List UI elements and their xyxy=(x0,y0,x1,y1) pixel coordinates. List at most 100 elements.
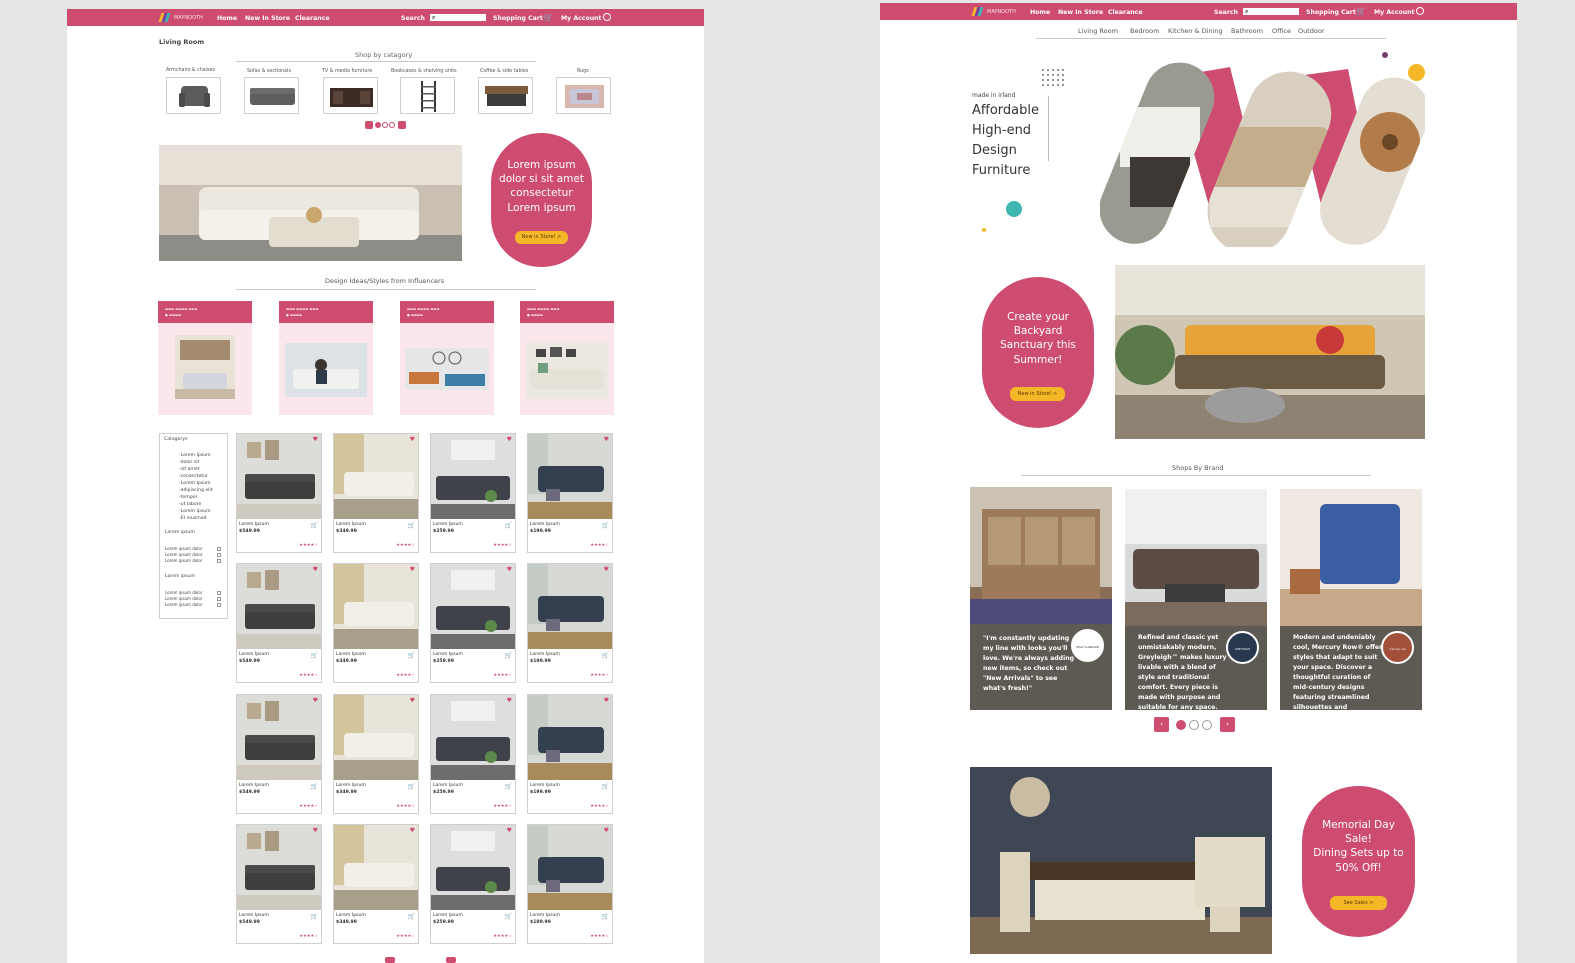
heart-icon[interactable]: ♥ xyxy=(604,827,609,834)
category-sofas-thumb[interactable] xyxy=(244,77,299,114)
cart-icon[interactable]: 🛒 xyxy=(602,652,609,659)
product-image[interactable] xyxy=(334,825,418,910)
product-name[interactable]: Lorem Ipsum xyxy=(239,783,269,788)
product-name[interactable]: Lorem Ipsum xyxy=(336,783,366,788)
breadcrumb[interactable]: Living Room xyxy=(159,38,204,46)
product-name[interactable]: Lorem Ipsum xyxy=(433,522,463,527)
category-tv-thumb[interactable] xyxy=(323,77,378,114)
cart-icon[interactable]: 🛒 xyxy=(311,522,318,529)
filter-item[interactable]: -tempor xyxy=(179,495,197,500)
category-label[interactable]: Coffee & side tables xyxy=(480,69,528,74)
influencer-card[interactable]: ▬▬▬ ▬▬▬▬ ▬▬▬ ● ▬▬▬▬ xyxy=(279,301,373,415)
product-image[interactable] xyxy=(431,825,515,910)
carousel-dot[interactable] xyxy=(1202,720,1212,730)
category-coffee-tables-thumb[interactable] xyxy=(478,77,533,114)
heart-icon[interactable]: ♥ xyxy=(507,697,512,704)
product-card[interactable]: ♥ Lorem Ipsum $549.99 🛒 ★★★★☆ xyxy=(236,433,322,553)
brand-card-mercury-row[interactable]: Modern and undeniably cool, Mercury Row®… xyxy=(1280,489,1422,710)
cart-icon[interactable]: 🛒 xyxy=(602,913,609,920)
product-name[interactable]: Lorem Ipsum xyxy=(336,913,366,918)
nav-home-link[interactable]: Home xyxy=(1030,9,1050,16)
logo-text[interactable]: MAYNOOTH xyxy=(174,15,203,21)
carousel-dot[interactable] xyxy=(1189,720,1199,730)
product-image[interactable] xyxy=(431,695,515,780)
cart-icon[interactable]: 🛒 xyxy=(408,522,415,529)
product-card[interactable]: ♥ Lorem Ipsum $349.99 🛒 ★★★★☆ xyxy=(333,694,419,814)
product-card[interactable]: ♥ Lorem Ipsum $349.99 🛒 ★★★★☆ xyxy=(333,563,419,683)
influencer-card[interactable]: ▬▬▬ ▬▬▬▬ ▬▬▬ ● ▬▬▬▬ xyxy=(158,301,252,415)
cart-icon[interactable]: 🛒 xyxy=(505,783,512,790)
cart-icon[interactable]: 🛒 xyxy=(543,13,553,22)
filter-item[interactable]: -consectetur xyxy=(179,474,208,479)
heart-icon[interactable]: ♥ xyxy=(313,827,318,834)
product-image[interactable] xyxy=(431,434,515,519)
filter-item[interactable]: -Lorem Ipsum xyxy=(179,453,211,458)
product-card[interactable]: ♥ Lorem Ipsum $199.99 🛒 ★★★★☆ xyxy=(527,824,613,944)
influencer-card[interactable]: ▬▬▬ ▬▬▬▬ ▬▬▬ ● ▬▬▬▬ xyxy=(520,301,614,415)
product-card[interactable]: ♥ Lorem Ipsum $199.99 🛒 ★★★★☆ xyxy=(527,563,613,683)
search-input[interactable]: ⌕ xyxy=(1243,8,1299,15)
cart-icon[interactable]: 🛒 xyxy=(408,913,415,920)
product-image[interactable] xyxy=(431,564,515,649)
product-name[interactable]: Lorem Ipsum xyxy=(530,913,560,918)
product-name[interactable]: Lorem Ipsum xyxy=(530,652,560,657)
brand-logo[interactable]: mercury row xyxy=(1381,631,1414,664)
heart-icon[interactable]: ♥ xyxy=(313,436,318,443)
filter-checkbox[interactable] xyxy=(217,591,221,595)
product-name[interactable]: Lorem Ipsum xyxy=(336,522,366,527)
logo-text[interactable]: MAYNOOTH xyxy=(987,9,1016,15)
cart-icon[interactable]: 🛒 xyxy=(602,522,609,529)
category-bookcases-thumb[interactable] xyxy=(400,77,455,114)
carousel-dot[interactable] xyxy=(382,122,388,128)
nav-new-in-store-link[interactable]: New In Store xyxy=(1058,9,1103,16)
product-image[interactable] xyxy=(334,434,418,519)
prev-page-button[interactable] xyxy=(385,957,395,963)
product-image[interactable] xyxy=(237,825,321,910)
new-in-store-button[interactable]: New in Store! > xyxy=(515,231,568,244)
product-image[interactable] xyxy=(528,434,612,519)
brand-logo[interactable]: GREYLEIGH xyxy=(1226,631,1259,664)
filter-checkbox[interactable] xyxy=(217,603,221,607)
brands-prev-button[interactable]: ‹ xyxy=(1154,717,1169,732)
product-card[interactable]: ♥ Lorem Ipsum $259.99 🛒 ★★★★☆ xyxy=(430,433,516,553)
product-image[interactable] xyxy=(237,434,321,519)
cart-icon[interactable]: 🛒 xyxy=(602,783,609,790)
shopping-cart-link[interactable]: Shopping Cart xyxy=(1306,9,1356,16)
category-armchairs-thumb[interactable] xyxy=(166,77,221,114)
product-name[interactable]: Lorem Ipsum xyxy=(433,783,463,788)
prev-arrow-button[interactable] xyxy=(365,121,373,129)
product-card[interactable]: ♥ Lorem Ipsum $549.99 🛒 ★★★★☆ xyxy=(236,563,322,683)
product-card[interactable]: ♥ Lorem Ipsum $349.99 🛒 ★★★★☆ xyxy=(333,433,419,553)
subnav-office[interactable]: Office xyxy=(1272,27,1291,35)
heart-icon[interactable]: ♥ xyxy=(604,697,609,704)
product-name[interactable]: Lorem Ipsum xyxy=(530,783,560,788)
category-label[interactable]: Rugs xyxy=(577,69,589,74)
new-in-store-button[interactable]: New in Store! > xyxy=(1010,387,1065,401)
category-rugs-thumb[interactable] xyxy=(556,77,611,114)
product-card[interactable]: ♥ Lorem Ipsum $259.99 🛒 ★★★★☆ xyxy=(430,563,516,683)
nav-new-in-store-link[interactable]: New In Store xyxy=(245,15,290,22)
subnav-living-room[interactable]: Living Room xyxy=(1078,27,1118,35)
brands-next-button[interactable]: › xyxy=(1220,717,1235,732)
heart-icon[interactable]: ♥ xyxy=(313,697,318,704)
filter-checkbox[interactable] xyxy=(217,597,221,601)
product-card[interactable]: ♥ Lorem Ipsum $349.99 🛒 ★★★★☆ xyxy=(333,824,419,944)
heart-icon[interactable]: ♥ xyxy=(507,827,512,834)
logo-icon[interactable] xyxy=(158,13,172,22)
product-image[interactable] xyxy=(237,564,321,649)
product-card[interactable]: ♥ Lorem Ipsum $549.99 🛒 ★★★★☆ xyxy=(236,694,322,814)
brand-logo[interactable]: KELLY CLARKSON HOME xyxy=(1071,629,1104,662)
product-card[interactable]: ♥ Lorem Ipsum $199.99 🛒 ★★★★☆ xyxy=(527,433,613,553)
cart-icon[interactable]: 🛒 xyxy=(1356,7,1366,16)
shopping-cart-link[interactable]: Shopping Cart xyxy=(493,15,543,22)
heart-icon[interactable]: ♥ xyxy=(410,436,415,443)
product-card[interactable]: ♥ Lorem Ipsum $549.99 🛒 ★★★★☆ xyxy=(236,824,322,944)
heart-icon[interactable]: ♥ xyxy=(507,436,512,443)
category-label[interactable]: Bookcases & shelving units xyxy=(391,69,457,74)
heart-icon[interactable]: ♥ xyxy=(410,566,415,573)
filter-item[interactable]: -ut labore xyxy=(179,502,201,507)
filter-checkbox[interactable] xyxy=(217,547,221,551)
product-image[interactable] xyxy=(528,825,612,910)
product-image[interactable] xyxy=(528,564,612,649)
filter-checkbox[interactable] xyxy=(217,559,221,563)
